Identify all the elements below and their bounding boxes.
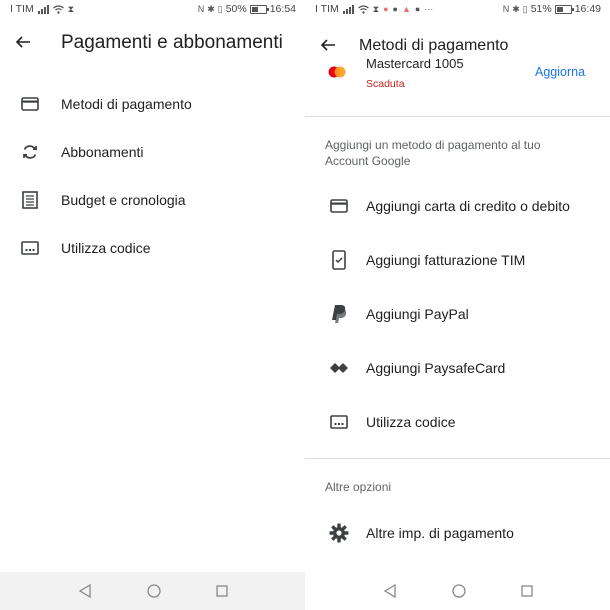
nfc-icon: N — [197, 4, 205, 14]
credit-card-icon — [327, 194, 351, 218]
update-card-button[interactable]: Aggiorna — [535, 65, 585, 79]
redeem-code-item[interactable]: Utilizza codice — [305, 398, 610, 446]
status-bar: I TIM ⧗ ● ● ▲ ● ··· N ✱ ▯ 51% 16:49 — [305, 0, 610, 18]
back-button[interactable] — [317, 34, 339, 56]
battery-icon — [554, 4, 574, 14]
arrow-back-icon — [320, 39, 335, 51]
vibrate-icon: ▯ — [217, 3, 223, 14]
left-screen: I TIM ⧗ N ✱ ▯ 50% 16:54 Pagamenti e abbo… — [0, 0, 305, 610]
nav-home-icon[interactable] — [146, 584, 161, 598]
credit-card-icon — [18, 92, 42, 116]
nav-back-icon[interactable] — [383, 584, 397, 598]
vibrate-icon: ▯ — [522, 3, 528, 14]
card-status: Scaduta — [366, 78, 405, 90]
notification-icon: ● — [392, 4, 398, 14]
item-label: Aggiungi fatturazione TIM — [366, 252, 526, 268]
item-label: Aggiungi PaysafeCard — [366, 360, 506, 376]
item-label: Altre imp. di pagamento — [366, 525, 514, 541]
redeem-code-icon — [327, 410, 351, 434]
menu-item-metodi-di-pagamento[interactable]: Metodi di pagamento — [0, 80, 305, 128]
notification-icon: ▲ — [401, 4, 411, 14]
status-bar: I TIM ⧗ N ✱ ▯ 50% 16:54 — [0, 0, 305, 18]
wifi-icon — [52, 4, 64, 14]
page-title: Pagamenti e abbonamenti — [61, 32, 283, 53]
add-tim-billing-item[interactable]: Aggiungi fatturazione TIM — [305, 236, 610, 284]
carrier-label: I TIM — [315, 3, 339, 15]
menu-item-label: Utilizza codice — [61, 240, 151, 256]
divider — [305, 458, 610, 459]
menu-item-label: Abbonamenti — [61, 144, 144, 160]
list-icon — [18, 188, 42, 212]
item-label: Aggiungi carta di credito o debito — [366, 198, 570, 214]
menu-item-budget-e-cronologia[interactable]: Budget e cronologia — [0, 176, 305, 224]
battery-percent: 51% — [530, 3, 552, 15]
item-label: Utilizza codice — [366, 414, 456, 430]
add-method-section-title: Aggiungi un metodo di pagamento al tuo A… — [325, 138, 541, 168]
carrier-label: I TIM — [10, 3, 34, 15]
signal-icon — [37, 4, 49, 14]
nav-home-icon[interactable] — [451, 584, 466, 598]
paysafecard-icon — [327, 356, 351, 380]
gear-icon — [327, 521, 351, 545]
wifi-icon — [357, 4, 369, 14]
redeem-code-icon — [18, 236, 42, 260]
hourglass-icon: ⧗ — [372, 3, 380, 14]
mastercard-icon — [328, 66, 346, 78]
clock: 16:49 — [574, 3, 601, 15]
bluetooth-icon: ✱ — [512, 3, 520, 14]
notification-icon: ● — [414, 4, 421, 14]
nav-back-icon[interactable] — [78, 584, 92, 598]
arrow-back-icon — [15, 36, 30, 48]
back-button[interactable] — [12, 31, 34, 53]
nav-recents-icon[interactable] — [215, 585, 228, 597]
hourglass-icon: ⧗ — [67, 3, 75, 14]
more-icon: ··· — [424, 4, 434, 14]
other-payment-settings-item[interactable]: Altre imp. di pagamento — [305, 509, 610, 557]
menu-item-label: Budget e cronologia — [61, 192, 186, 208]
paypal-icon — [327, 302, 351, 326]
menu-item-label: Metodi di pagamento — [61, 96, 192, 112]
menu-item-utilizza-codice[interactable]: Utilizza codice — [0, 224, 305, 272]
app-bar: Metodi di pagamento — [305, 31, 610, 59]
phone-billing-icon — [327, 248, 351, 272]
nav-bar — [305, 572, 610, 610]
menu-item-abbonamenti[interactable]: Abbonamenti — [0, 128, 305, 176]
page-title: Metodi di pagamento — [359, 37, 509, 54]
battery-percent: 50% — [225, 3, 247, 15]
nfc-icon: N — [502, 4, 510, 14]
add-paypal-item[interactable]: Aggiungi PayPal — [305, 290, 610, 338]
battery-icon — [249, 4, 269, 14]
nav-bar — [0, 572, 305, 610]
add-credit-card-item[interactable]: Aggiungi carta di credito o debito — [305, 182, 610, 230]
clock: 16:54 — [269, 3, 296, 15]
divider — [305, 116, 610, 117]
notification-icon: ● — [383, 4, 389, 14]
add-paysafecard-item[interactable]: Aggiungi PaysafeCard — [305, 344, 610, 392]
nav-recents-icon[interactable] — [520, 585, 533, 597]
item-label: Aggiungi PayPal — [366, 306, 469, 322]
app-bar: Pagamenti e abbonamenti — [0, 28, 305, 58]
right-screen: I TIM ⧗ ● ● ▲ ● ··· N ✱ ▯ 51% 16:49 Meto… — [305, 0, 610, 610]
bluetooth-icon: ✱ — [207, 3, 215, 14]
signal-icon — [342, 4, 354, 14]
other-options-section-title: Altre opzioni — [325, 480, 392, 494]
sync-icon — [18, 140, 42, 164]
